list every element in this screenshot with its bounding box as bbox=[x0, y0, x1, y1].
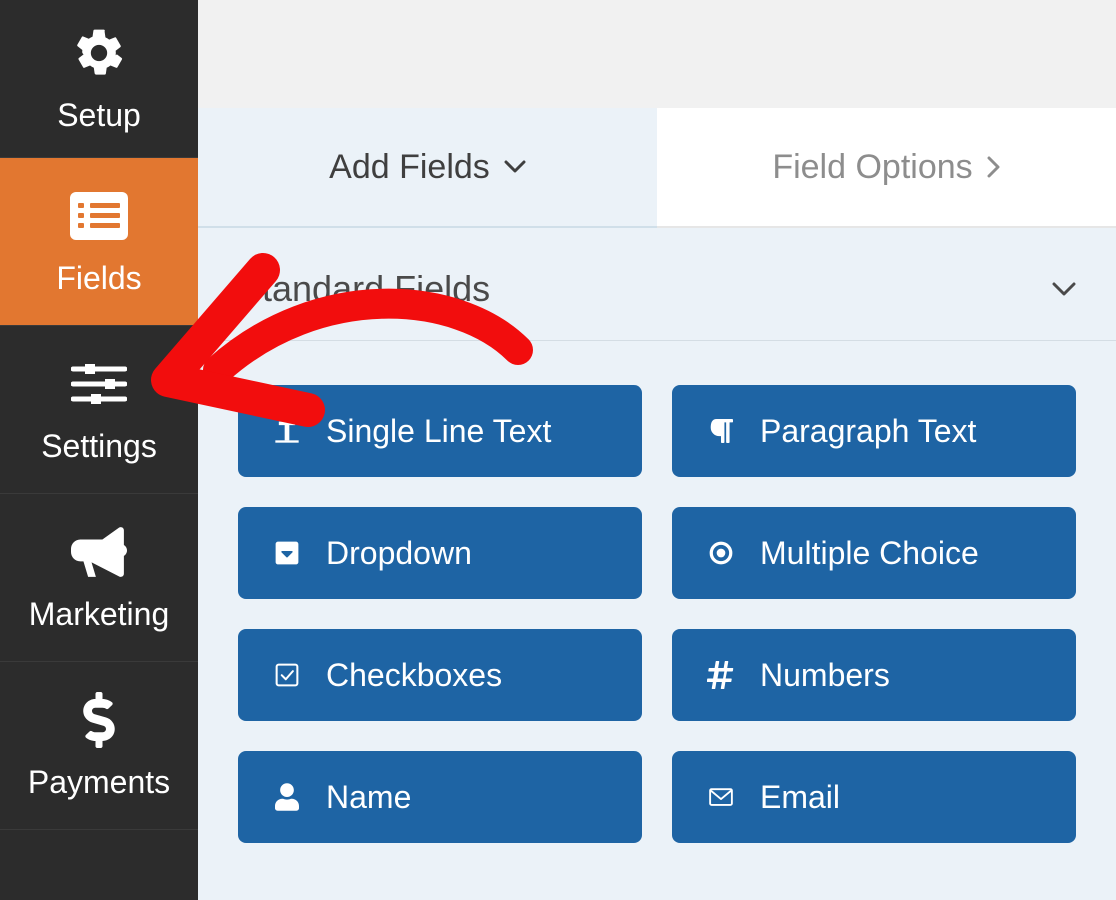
tabs: Add Fields Field Options bbox=[198, 108, 1116, 228]
field-label: Paragraph Text bbox=[760, 413, 976, 450]
section-header-standard-fields[interactable]: Standard Fields bbox=[198, 228, 1116, 341]
caret-down-square-icon bbox=[272, 538, 302, 568]
checkbox-icon bbox=[272, 660, 302, 690]
field-dropdown[interactable]: Dropdown bbox=[238, 507, 642, 599]
main-content: Add Fields Field Options Standard Fields bbox=[198, 0, 1116, 900]
sidebar-item-payments[interactable]: Payments bbox=[0, 662, 198, 830]
dollar-icon bbox=[69, 690, 129, 750]
field-grid: Single Line Text Paragraph Text Dropdown… bbox=[198, 341, 1116, 843]
tab-label: Add Fields bbox=[329, 148, 490, 187]
user-icon bbox=[272, 782, 302, 812]
field-label: Name bbox=[326, 779, 411, 816]
sidebar-item-marketing[interactable]: Marketing bbox=[0, 494, 198, 662]
chevron-right-icon bbox=[987, 156, 1001, 178]
top-bar bbox=[198, 0, 1116, 108]
sidebar-label: Setup bbox=[57, 97, 141, 134]
field-label: Checkboxes bbox=[326, 657, 502, 694]
tab-label: Field Options bbox=[772, 148, 972, 187]
field-numbers[interactable]: Numbers bbox=[672, 629, 1076, 721]
field-label: Dropdown bbox=[326, 535, 472, 572]
chevron-down-icon bbox=[1052, 282, 1076, 297]
hash-icon bbox=[706, 660, 736, 690]
sidebar-item-setup[interactable]: Setup bbox=[0, 0, 198, 158]
chevron-down-icon bbox=[504, 160, 526, 174]
field-paragraph-text[interactable]: Paragraph Text bbox=[672, 385, 1076, 477]
field-email[interactable]: Email bbox=[672, 751, 1076, 843]
field-label: Multiple Choice bbox=[760, 535, 979, 572]
radio-selected-icon bbox=[706, 538, 736, 568]
sidebar-label: Marketing bbox=[29, 596, 170, 633]
field-label: Email bbox=[760, 779, 840, 816]
sidebar-label: Payments bbox=[28, 764, 170, 801]
field-single-line-text[interactable]: Single Line Text bbox=[238, 385, 642, 477]
section-title: Standard Fields bbox=[238, 268, 490, 310]
sidebar: Setup Fields Settings Marketing Payments bbox=[0, 0, 198, 900]
sidebar-label: Fields bbox=[56, 260, 141, 297]
field-name[interactable]: Name bbox=[238, 751, 642, 843]
sliders-icon bbox=[69, 354, 129, 414]
field-multiple-choice[interactable]: Multiple Choice bbox=[672, 507, 1076, 599]
list-icon bbox=[69, 186, 129, 246]
sidebar-label: Settings bbox=[41, 428, 157, 465]
paragraph-icon bbox=[706, 416, 736, 446]
field-label: Single Line Text bbox=[326, 413, 551, 450]
tab-add-fields[interactable]: Add Fields bbox=[198, 108, 657, 228]
tab-field-options[interactable]: Field Options bbox=[657, 108, 1116, 228]
sidebar-item-settings[interactable]: Settings bbox=[0, 326, 198, 494]
field-checkboxes[interactable]: Checkboxes bbox=[238, 629, 642, 721]
envelope-icon bbox=[706, 782, 736, 812]
text-cursor-icon bbox=[272, 416, 302, 446]
bullhorn-icon bbox=[69, 522, 129, 582]
gear-icon bbox=[69, 23, 129, 83]
field-label: Numbers bbox=[760, 657, 890, 694]
fields-panel: Standard Fields Single Line Text Paragra… bbox=[198, 228, 1116, 900]
sidebar-item-fields[interactable]: Fields bbox=[0, 158, 198, 326]
